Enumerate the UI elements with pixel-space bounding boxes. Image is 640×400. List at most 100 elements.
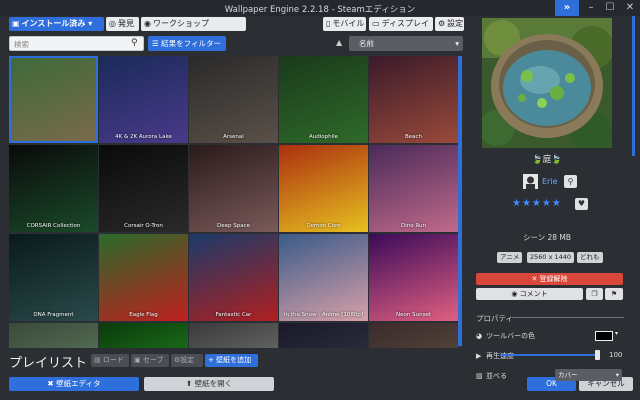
tab-discover-label: 発見 <box>117 19 134 28</box>
properties-divider <box>512 317 624 318</box>
wallpaper-tile[interactable]: Corsair O-Tron <box>99 145 188 232</box>
copy-icon[interactable]: ❐ <box>586 288 603 300</box>
monitor-icon: ▭ <box>372 19 380 28</box>
sort-select[interactable]: 名前 ▾ <box>349 36 463 51</box>
window-title: Wallpaper Engine 2.2.18 - Steamエディション <box>224 5 416 15</box>
chevron-down-icon[interactable]: ▾ <box>615 330 618 337</box>
color-swatch[interactable] <box>595 331 613 341</box>
sort-select-value: 名前 <box>359 39 374 48</box>
search-input[interactable]: 検索 <box>9 36 144 51</box>
tab-installed[interactable]: ▣ インストール済み ▾ <box>9 17 104 31</box>
add-wallpaper-button[interactable]: + 壁紙を追加 <box>205 354 258 367</box>
chevron-down-icon: ▾ <box>455 39 459 48</box>
mobile-label: モバイル <box>332 19 365 28</box>
chevron-down-icon: ▾ <box>615 371 619 379</box>
steam-icon: ◉ <box>144 19 151 28</box>
wallpaper-tile[interactable]: Deep Space <box>189 145 278 232</box>
wallpaper-tile[interactable]: CORSAIR Collection <box>9 145 98 232</box>
save-button[interactable]: ▣ セーブ <box>131 354 169 367</box>
mobile-button[interactable]: ▯ モバイル <box>323 17 366 31</box>
load-label: ロード <box>102 356 124 364</box>
unsubscribe-button[interactable]: ✕ 登録解除 <box>476 273 623 285</box>
grid-scrollbar[interactable] <box>458 56 462 346</box>
author-avatar[interactable] <box>523 174 538 189</box>
add-wallpaper-label: 壁紙を追加 <box>216 356 252 364</box>
playback-speed-value: 100 <box>609 351 623 359</box>
discover-icon: ◎ <box>109 19 116 28</box>
image-icon: ▨ <box>476 372 483 380</box>
wallpaper-tile[interactable]: Beach <box>369 56 458 143</box>
expand-panel-button[interactable]: » <box>555 0 579 16</box>
wallpaper-tile[interactable]: DNA Fragment <box>9 234 98 321</box>
slider-fill <box>500 354 598 356</box>
wallpaper-tile[interactable]: Fantastic Car <box>189 234 278 321</box>
title-bar: Wallpaper Engine 2.2.18 - Steamエディション » … <box>0 0 640 16</box>
open-label: 壁紙を開く <box>194 379 233 388</box>
details-scrollbar[interactable] <box>632 16 635 156</box>
wallpaper-tile[interactable]: In the Snow - Anime [1080p] <box>279 234 368 321</box>
wallpaper-tile[interactable] <box>279 323 368 348</box>
settings-button[interactable]: ⚙ 設定 <box>435 17 464 31</box>
wallpaper-tile[interactable] <box>369 323 458 348</box>
wallpaper-tile[interactable] <box>9 56 98 143</box>
chevron-down-icon: ▾ <box>85 19 93 28</box>
wallpaper-tile[interactable] <box>99 323 188 348</box>
tag-rating: どれも <box>577 252 603 263</box>
editor-label: 壁紙エディタ <box>56 379 101 388</box>
flag-icon[interactable]: ⚑ <box>605 288 623 300</box>
close-button[interactable]: ✕ <box>618 0 640 16</box>
playlist-settings-label: 設定 <box>180 356 195 364</box>
alignment-select[interactable]: カバー ▾ <box>555 369 622 381</box>
tag-anime: アニメ <box>497 252 523 263</box>
filter-button[interactable]: ☰ 結果をフィルター <box>148 36 226 51</box>
author-name-link[interactable]: Erie <box>542 177 558 186</box>
wallpaper-tile-label: Fantastic Car <box>215 312 252 318</box>
search-icon[interactable]: ⚲ <box>131 38 138 48</box>
tab-workshop[interactable]: ◉ ワークショップ <box>141 17 246 31</box>
tag-resolution: 2560 x 1440 <box>527 252 575 263</box>
display-button[interactable]: ▭ ディスプレイ <box>369 17 433 31</box>
load-button[interactable]: ▤ ロード <box>91 354 129 367</box>
phone-icon: ▯ <box>326 19 331 28</box>
property-align-label: 並べる <box>486 372 507 380</box>
comment-button[interactable]: ◉ コメント <box>476 288 583 300</box>
open-wallpaper-button[interactable]: ⬆ 壁紙を開く <box>144 377 274 391</box>
wallpaper-tile[interactable]: Dino Run <box>369 145 458 232</box>
tab-installed-label: インストール済み <box>21 19 86 28</box>
tools-icon: ✖ <box>47 379 57 388</box>
wallpaper-tile-label: 4K & 2K Aurora Lake <box>115 134 172 140</box>
playlist-settings-button[interactable]: ⚙設定 <box>171 354 203 367</box>
folder-icon: ▤ <box>94 356 103 364</box>
wallpaper-tile[interactable] <box>9 323 98 348</box>
wallpaper-tile[interactable]: Demon Core <box>279 145 368 232</box>
slider-knob[interactable] <box>595 350 600 360</box>
tab-discover[interactable]: ◎ 発見 <box>106 17 139 31</box>
save-icon: ▣ <box>134 356 143 364</box>
comment-icon: ◉ <box>511 290 520 298</box>
wallpaper-tile-label: Neon Sunset <box>396 312 431 318</box>
wallpaper-tile-label: Demon Core <box>306 223 341 229</box>
wallpaper-tile-label: Audiophile <box>308 134 339 140</box>
wallpaper-grid: 4K & 2K Aurora Lake Arsenal Audiophile Beac… <box>9 56 458 348</box>
playback-speed-slider[interactable] <box>500 350 600 360</box>
filter-icon: ☰ <box>152 39 162 48</box>
play-icon: ▶ <box>476 352 482 360</box>
sort-direction-icon[interactable]: ▲ <box>336 38 342 47</box>
wallpaper-tile[interactable] <box>189 323 278 348</box>
wallpaper-tile[interactable]: Eagle Flag <box>99 234 188 321</box>
wallpaper-tile[interactable]: 4K & 2K Aurora Lake <box>99 56 188 143</box>
tab-workshop-label: ワークショップ <box>152 19 209 28</box>
wallpaper-tile[interactable]: Arsenal <box>189 56 278 143</box>
heart-icon[interactable]: ♥ <box>575 198 588 210</box>
details-panel: 🍃庭🍃 Erie ⚲ ★★★★★ ♥ シーン 28 MB アニメ 2560 x … <box>472 16 640 380</box>
rating-stars: ★★★★★ <box>512 198 562 209</box>
wallpaper-tile[interactable]: Audiophile <box>279 56 368 143</box>
wallpaper-tile[interactable]: Neon Sunset <box>369 234 458 321</box>
palette-icon: ◕ <box>476 332 483 340</box>
save-label: セーブ <box>142 356 164 364</box>
settings-label: 設定 <box>447 19 464 28</box>
wallpaper-editor-button[interactable]: ✖ 壁紙エディタ <box>9 377 139 391</box>
wallpaper-tile-label: Corsair O-Tron <box>124 223 163 229</box>
search-icon[interactable]: ⚲ <box>564 175 577 188</box>
plus-icon: + <box>208 356 217 364</box>
